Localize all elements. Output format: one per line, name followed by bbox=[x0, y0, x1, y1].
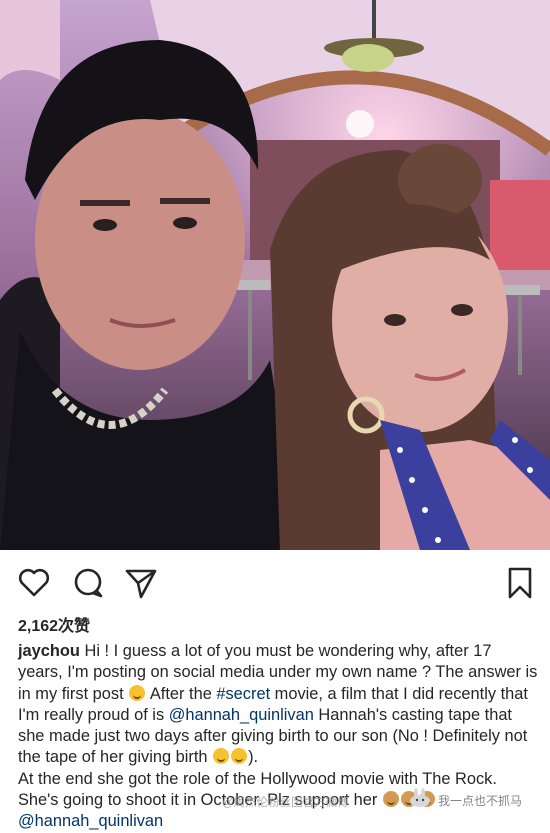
laugh-emoji-icon bbox=[231, 748, 247, 764]
caption-text-2: After the bbox=[146, 685, 216, 703]
send-icon[interactable] bbox=[124, 566, 158, 600]
mention-link-1[interactable]: @hannah_quinlivan bbox=[169, 706, 314, 724]
caption-text-5: ). bbox=[248, 748, 258, 766]
likes-count[interactable]: 2,162次赞 bbox=[18, 612, 90, 636]
clap-emoji-icon bbox=[383, 791, 399, 807]
laugh-emoji-icon bbox=[213, 748, 229, 764]
weibo-watermark: @周杰伦粉丝团官方微博 bbox=[222, 794, 349, 810]
selfie-image bbox=[0, 0, 550, 550]
comment-icon[interactable] bbox=[71, 566, 105, 600]
bookmark-icon[interactable] bbox=[503, 566, 537, 600]
smile-emoji-icon bbox=[129, 685, 145, 701]
heart-icon[interactable] bbox=[17, 566, 51, 600]
post-photo[interactable] bbox=[0, 0, 550, 550]
mention-link-2[interactable]: @hannah_quinlivan bbox=[18, 812, 163, 830]
bunny-logo-icon bbox=[408, 788, 432, 808]
account-watermark: 我一点也不抓马 bbox=[438, 792, 522, 809]
post-actions bbox=[0, 560, 550, 606]
caption-username[interactable]: jaychou bbox=[18, 642, 80, 660]
hashtag-link[interactable]: #secret bbox=[216, 685, 270, 703]
